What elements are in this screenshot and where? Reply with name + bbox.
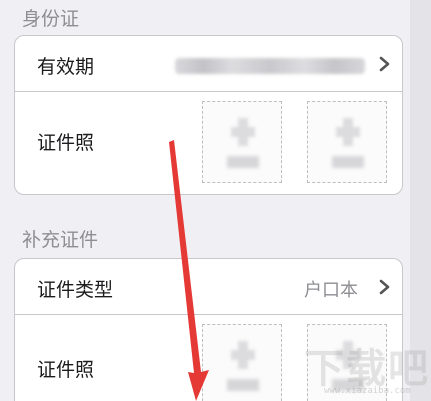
document-type-value: 户口本 [304,280,358,301]
document-type-row[interactable]: 证件类型 户口本 [15,259,402,314]
validity-value-obscured [175,58,365,74]
id-card-group: 有效期 证件照 [14,35,403,195]
validity-row[interactable]: 有效期 [15,36,402,91]
document-type-label: 证件类型 [37,279,114,301]
screen: 身份证 有效期 证件照 补充证件 证件类型 户口本 证件照 下载吧 www.xi… [0,0,431,401]
site-watermark: 下载吧 www.xiazaiba.com [294,334,428,401]
id-photo-back-upload[interactable] [307,101,387,183]
id-photo-row: 证件照 [15,92,402,196]
chevron-right-icon [379,279,390,295]
section-title-id-card: 身份证 [22,8,80,30]
supplementary-photo-label: 证件照 [37,359,95,381]
watermark-url: www.xiazaiba.com [324,386,411,396]
validity-label: 有效期 [37,56,95,78]
id-photo-front-upload[interactable] [202,101,282,183]
section-title-supplementary: 补充证件 [22,229,99,251]
supplementary-photo-upload-1[interactable] [202,324,282,401]
id-photo-label: 证件照 [37,132,95,154]
chevron-right-icon [379,56,390,72]
